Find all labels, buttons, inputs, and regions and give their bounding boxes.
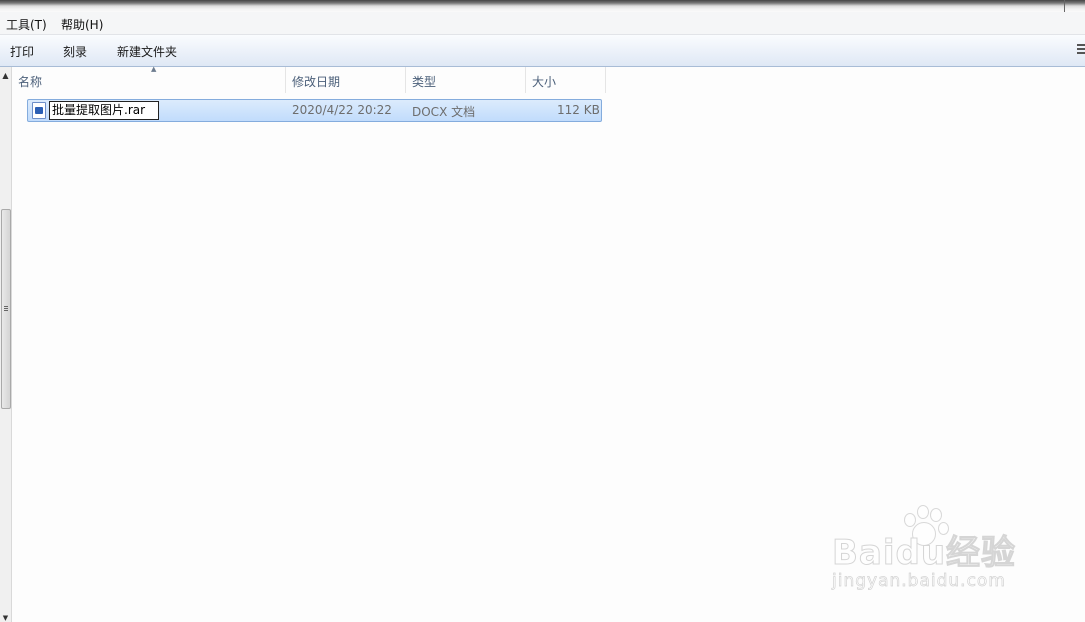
scroll-down-arrow-icon[interactable]: ▼ xyxy=(0,614,11,622)
column-size[interactable]: 大小 xyxy=(526,67,606,93)
file-type: DOCX 文档 xyxy=(412,105,476,119)
window-title-strip xyxy=(0,0,1085,12)
file-modified: 2020/4/22 20:22 xyxy=(292,103,392,117)
new-folder-button[interactable]: 新建文件夹 xyxy=(117,43,177,60)
watermark-logo: Baidu经验 xyxy=(831,533,1017,574)
file-size: 112 KB xyxy=(557,103,600,117)
menu-tools[interactable]: 工具(T) xyxy=(6,16,47,33)
column-modified-label: 修改日期 xyxy=(292,75,341,89)
column-size-label: 大小 xyxy=(532,75,557,89)
column-modified[interactable]: 修改日期 xyxy=(286,67,406,93)
word-document-icon xyxy=(32,102,46,119)
baidu-jingyan-watermark: Baidu经验 jingyan.baidu.com xyxy=(831,505,1032,600)
print-button[interactable]: 打印 xyxy=(10,43,34,60)
command-toolbar: 打印 刻录 新建文件夹 xyxy=(0,35,1085,67)
column-type[interactable]: 类型 xyxy=(406,67,526,93)
column-name[interactable]: 名称 ▲ xyxy=(12,65,286,93)
scroll-up-arrow-icon[interactable]: ▲ xyxy=(0,71,11,81)
view-options-icon[interactable] xyxy=(1075,44,1085,56)
column-name-label: 名称 xyxy=(18,75,43,89)
title-edge xyxy=(1064,0,1065,12)
rename-input[interactable]: 批量提取图片.rar xyxy=(49,101,159,120)
menu-bar: 工具(T) 帮助(H) xyxy=(0,12,1085,35)
menu-help[interactable]: 帮助(H) xyxy=(61,16,103,33)
vertical-scrollbar[interactable]: ▲ ▼ xyxy=(0,67,12,622)
sort-ascending-icon: ▲ xyxy=(151,65,157,73)
column-header: 名称 ▲ 修改日期 类型 大小 xyxy=(12,65,608,93)
burn-button[interactable]: 刻录 xyxy=(63,43,87,60)
file-row[interactable]: 批量提取图片.rar 2020/4/22 20:22 DOCX 文档 112 K… xyxy=(27,99,602,122)
column-type-label: 类型 xyxy=(412,75,437,89)
scroll-thumb[interactable] xyxy=(1,209,11,409)
watermark-url: jingyan.baidu.com xyxy=(832,571,1006,592)
grip-icon xyxy=(4,306,8,307)
